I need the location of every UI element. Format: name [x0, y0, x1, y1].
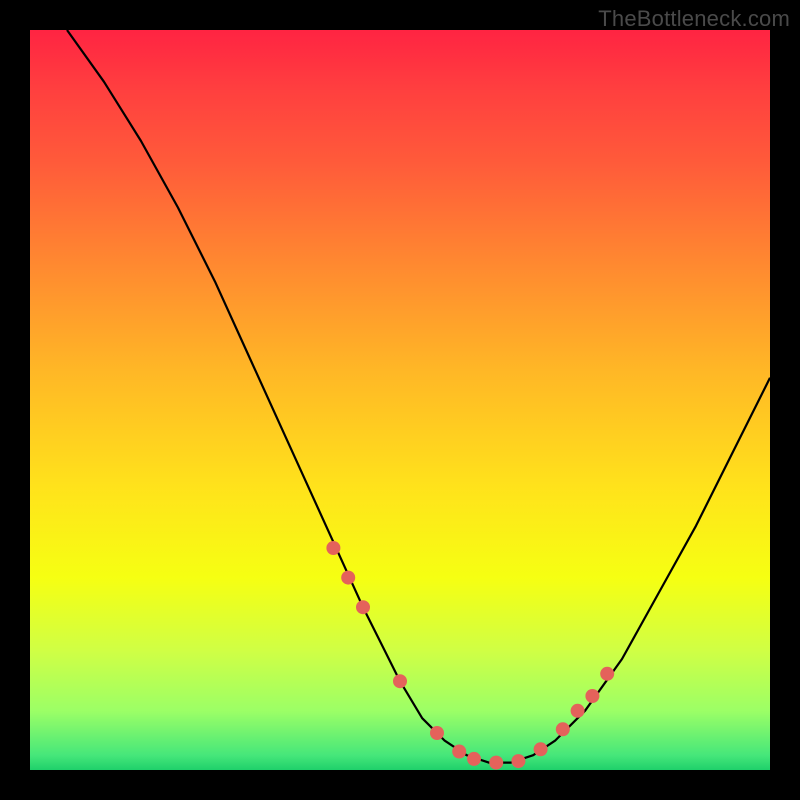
plot-area	[30, 30, 770, 770]
curve-path	[67, 30, 770, 763]
marker-dot	[356, 600, 370, 614]
marker-dot	[393, 674, 407, 688]
marker-dot	[556, 722, 570, 736]
marker-dots	[326, 541, 614, 770]
marker-dot	[600, 667, 614, 681]
curve-svg	[30, 30, 770, 770]
marker-dot	[489, 756, 503, 770]
marker-dot	[452, 745, 466, 759]
marker-dot	[341, 571, 355, 585]
marker-dot	[430, 726, 444, 740]
curve-line	[67, 30, 770, 763]
watermark-text: TheBottleneck.com	[598, 6, 790, 32]
marker-dot	[326, 541, 340, 555]
marker-dot	[585, 689, 599, 703]
marker-dot	[534, 742, 548, 756]
chart-frame: TheBottleneck.com	[0, 0, 800, 800]
marker-dot	[467, 752, 481, 766]
marker-dot	[571, 704, 585, 718]
marker-dot	[511, 754, 525, 768]
